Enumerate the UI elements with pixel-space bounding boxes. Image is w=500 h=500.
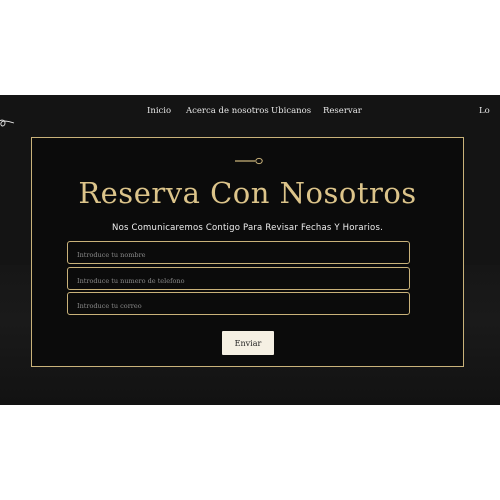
- email-input[interactable]: [68, 295, 409, 317]
- reservation-section: Inicio Acerca de nosotros Ubicanos Reser…: [0, 95, 500, 405]
- page-title: Reserva Con Nosotros: [78, 176, 417, 210]
- phone-input[interactable]: [68, 270, 409, 292]
- logo-swirl-icon[interactable]: [0, 115, 20, 131]
- nav-item-reservar[interactable]: Reservar: [323, 106, 362, 116]
- phone-field[interactable]: [67, 267, 410, 292]
- spoon-icon: [235, 157, 263, 165]
- name-input[interactable]: [68, 244, 409, 266]
- submit-button[interactable]: Enviar: [222, 331, 274, 355]
- nav-item-login[interactable]: Lo: [479, 106, 490, 116]
- top-navigation: Inicio Acerca de nosotros Ubicanos Reser…: [0, 95, 500, 129]
- page-subtitle: Nos Comunicaremos Contigo Para Revisar F…: [112, 223, 383, 233]
- nav-item-inicio[interactable]: Inicio: [147, 106, 171, 116]
- reservation-panel: Reserva Con Nosotros Nos Comunicaremos C…: [31, 137, 464, 367]
- nav-item-ubicanos[interactable]: Ubicanos: [271, 106, 311, 116]
- email-field[interactable]: [67, 292, 410, 317]
- name-field[interactable]: [67, 241, 410, 266]
- nav-item-acerca[interactable]: Acerca de nosotros: [186, 106, 269, 116]
